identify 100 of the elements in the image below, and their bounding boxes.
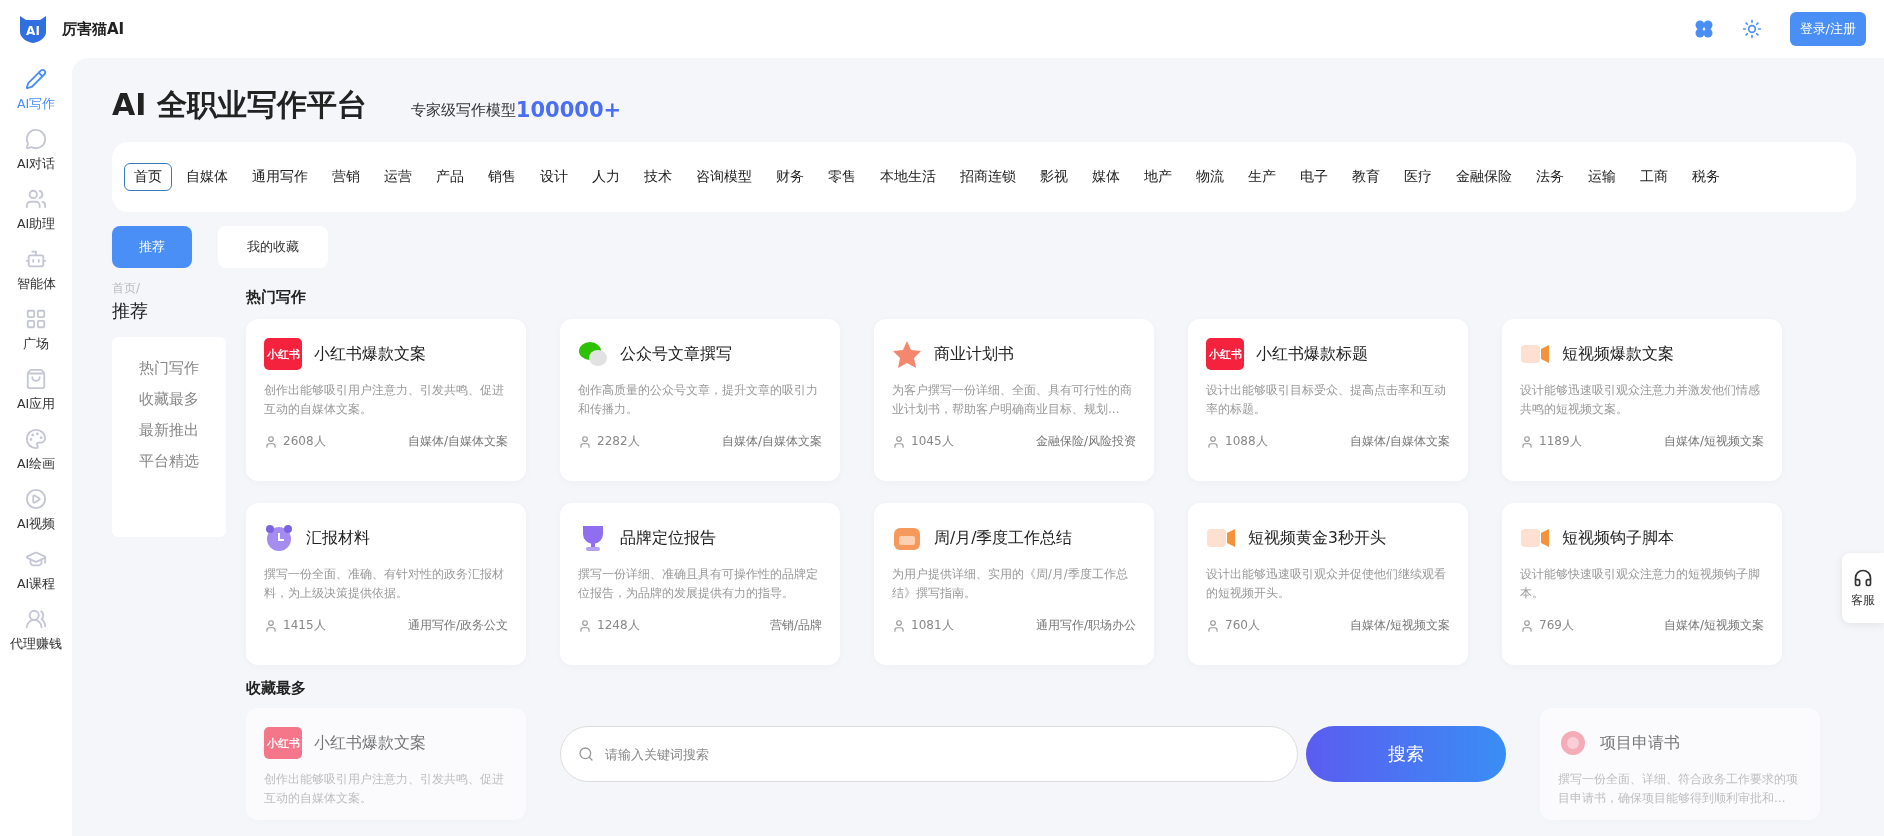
theme-toggle-icon[interactable]: [1741, 19, 1762, 39]
group-icon: [25, 608, 47, 630]
category-tag: 金融保险/风险投资: [1035, 433, 1136, 450]
app-logo-icon: 小红书: [1206, 338, 1244, 370]
category-tab[interactable]: 物流: [1186, 163, 1234, 191]
video-camera-icon: [1206, 526, 1236, 550]
logo-icon: AI: [18, 14, 48, 44]
card-title: 项目申请书: [1600, 732, 1680, 754]
card-title: 品牌定位报告: [620, 527, 716, 549]
view-tab[interactable]: 我的收藏: [218, 226, 328, 268]
user-count: 1415人: [283, 617, 326, 634]
card-title: 商业计划书: [934, 343, 1014, 365]
category-tab[interactable]: 产品: [426, 163, 474, 191]
app-logo-icon: 小红书: [264, 338, 302, 370]
user-count: 2608人: [283, 433, 326, 450]
category-tab[interactable]: 招商连锁: [950, 163, 1026, 191]
card-description: 设计能够快速吸引观众注意力的短视频钩子脚本。: [1520, 566, 1761, 602]
category-tag: 通用写作/职场办公: [1035, 617, 1136, 634]
category-tab[interactable]: 销售: [478, 163, 526, 191]
writing-template-card[interactable]: 商业计划书 为客户撰写一份详细、全面、具有可行性的商业计划书，帮助客户明确商业目标、规划… 1045人 金融保险/风险投资: [874, 319, 1154, 481]
category-tab[interactable]: 零售: [818, 163, 866, 191]
category-tag: 自媒体/短视频文案: [1663, 433, 1764, 450]
card-description: 创作出能够吸引用户注意力、引发共鸣、促进互动的自媒体文案。: [264, 382, 505, 418]
category-tab[interactable]: 人力: [582, 163, 630, 191]
category-tab[interactable]: 本地生活: [870, 163, 946, 191]
category-tab[interactable]: 工商: [1630, 163, 1678, 191]
writing-template-card[interactable]: 小红书 小红书爆款文案 创作出能够吸引用户注意力、引发共鸣、促进互动的自媒体文案。: [246, 708, 526, 820]
writing-template-card[interactable]: 小红书 小红书爆款文案 创作出能够吸引用户注意力、引发共鸣、促进互动的自媒体文案。 2608人 自媒体/自媒体文案: [246, 319, 526, 481]
user-icon: [578, 618, 592, 633]
category-tag: 自媒体/自媒体文案: [407, 433, 508, 450]
user-icon: [892, 434, 906, 449]
sidebar-item[interactable]: 智能体: [16, 246, 56, 295]
user-icon: [264, 434, 278, 449]
sidebar-item[interactable]: AI助理: [16, 186, 56, 235]
alarm-clock-icon: [264, 523, 294, 553]
category-tab[interactable]: 教育: [1342, 163, 1390, 191]
category-tag: 营销/品牌: [769, 617, 822, 634]
writing-template-card[interactable]: 短视频钩子脚本 设计能够快速吸引观众注意力的短视频钩子脚本。 769人 自媒体/短视频文案: [1502, 503, 1782, 665]
card-title: 短视频黄金3秒开头: [1248, 527, 1386, 549]
section-nav-item[interactable]: 热门写作: [139, 359, 199, 378]
user-count: 1088人: [1225, 433, 1268, 450]
category-tab[interactable]: 电子: [1290, 163, 1338, 191]
breadcrumb-current: 推荐: [112, 299, 149, 323]
sidebar-item[interactable]: 广场: [23, 306, 49, 355]
category-tab[interactable]: 运营: [374, 163, 422, 191]
bag-icon: [25, 368, 47, 390]
category-tab[interactable]: 财务: [766, 163, 814, 191]
category-tab[interactable]: 自媒体: [176, 163, 238, 191]
sidebar-item[interactable]: AI视频: [16, 486, 56, 535]
category-tab[interactable]: 咨询模型: [686, 163, 762, 191]
category-tab[interactable]: 首页: [124, 163, 172, 191]
customer-service-button[interactable]: 客服: [1842, 553, 1884, 623]
category-tag: 自媒体/自媒体文案: [721, 433, 822, 450]
writing-template-card[interactable]: 小红书 小红书爆款标题 设计出能够吸引目标受众、提高点击率和互动率的标题。 1088人 自媒体/自媒体文案: [1188, 319, 1468, 481]
section-nav-item[interactable]: 平台精选: [139, 452, 199, 471]
category-tab[interactable]: 运输: [1578, 163, 1626, 191]
category-tab[interactable]: 影视: [1030, 163, 1078, 191]
writing-template-card[interactable]: 周/月/季度工作总结 为用户提供详细、实用的《周/月/季度工作总结》撰写指南。 1081人 通用写作/职场办公: [874, 503, 1154, 665]
category-tab[interactable]: 医疗: [1394, 163, 1442, 191]
writing-template-card[interactable]: 品牌定位报告 撰写一份详细、准确且具有可操作性的品牌定位报告，为品牌的发展提供有力的指导。 1248人 营销/品牌: [560, 503, 840, 665]
writing-template-card[interactable]: 公众号文章撰写 创作高质量的公众号文章，提升文章的吸引力和传播力。 2282人 自媒体/自媒体文案: [560, 319, 840, 481]
category-tag: 自媒体/短视频文案: [1663, 617, 1764, 634]
user-icon: [1206, 434, 1220, 449]
sidebar-item[interactable]: 代理赚钱: [10, 606, 62, 655]
category-tab[interactable]: 设计: [530, 163, 578, 191]
section-nav-item[interactable]: 收藏最多: [139, 390, 199, 409]
category-tab[interactable]: 金融保险: [1446, 163, 1522, 191]
category-tab[interactable]: 生产: [1238, 163, 1286, 191]
writing-template-card[interactable]: 短视频黄金3秒开头 设计出能够迅速吸引观众并促使他们继续观看的短视频开头。 760人 自媒体/短视频文案: [1188, 503, 1468, 665]
headset-icon: [1853, 567, 1873, 588]
writing-template-card[interactable]: 汇报材料 撰写一份全面、准确、有针对性的政务汇报材料，为上级决策提供依据。 1415人 通用写作/政务公文: [246, 503, 526, 665]
sidebar-item[interactable]: AI课程: [16, 546, 56, 595]
play-icon: [25, 488, 47, 510]
category-tab[interactable]: 营销: [322, 163, 370, 191]
section-nav-item[interactable]: 最新推出: [139, 421, 199, 440]
card-title: 小红书爆款标题: [1256, 343, 1368, 365]
search-field[interactable]: 请输入关键词搜索: [560, 726, 1298, 782]
category-tab[interactable]: 媒体: [1082, 163, 1130, 191]
category-tab[interactable]: 法务: [1526, 163, 1574, 191]
sidebar-item[interactable]: AI绘画: [16, 426, 56, 475]
card-title: 周/月/季度工作总结: [934, 527, 1073, 549]
card-description: 设计出能够迅速吸引观众并促使他们继续观看的短视频开头。: [1206, 566, 1447, 602]
category-tab[interactable]: 地产: [1134, 163, 1182, 191]
writing-template-card[interactable]: 短视频爆款文案 设计能够迅速吸引观众注意力并激发他们情感共鸣的短视频文案。 1189人 自媒体/短视频文案: [1502, 319, 1782, 481]
sidebar-item[interactable]: AI应用: [16, 366, 56, 415]
sidebar-item[interactable]: AI对话: [16, 126, 56, 175]
card-description: 创作高质量的公众号文章，提升文章的吸引力和传播力。: [578, 382, 819, 418]
robot-icon: [25, 248, 47, 270]
people-icon: [25, 188, 47, 210]
card-description: 撰写一份全面、准确、有针对性的政务汇报材料，为上级决策提供依据。: [264, 566, 505, 602]
category-tab[interactable]: 技术: [634, 163, 682, 191]
user-count: 1189人: [1539, 433, 1582, 450]
chat-bubbles-icon: [578, 340, 608, 368]
card-description: 为用户提供详细、实用的《周/月/季度工作总结》撰写指南。: [892, 566, 1129, 602]
clover-icon[interactable]: [1693, 19, 1714, 39]
category-tab[interactable]: 通用写作: [242, 163, 318, 191]
user-count: 1045人: [911, 433, 954, 450]
category-tab[interactable]: 税务: [1682, 163, 1730, 191]
user-icon: [1520, 434, 1534, 449]
search-button[interactable]: 搜索: [1306, 726, 1506, 782]
